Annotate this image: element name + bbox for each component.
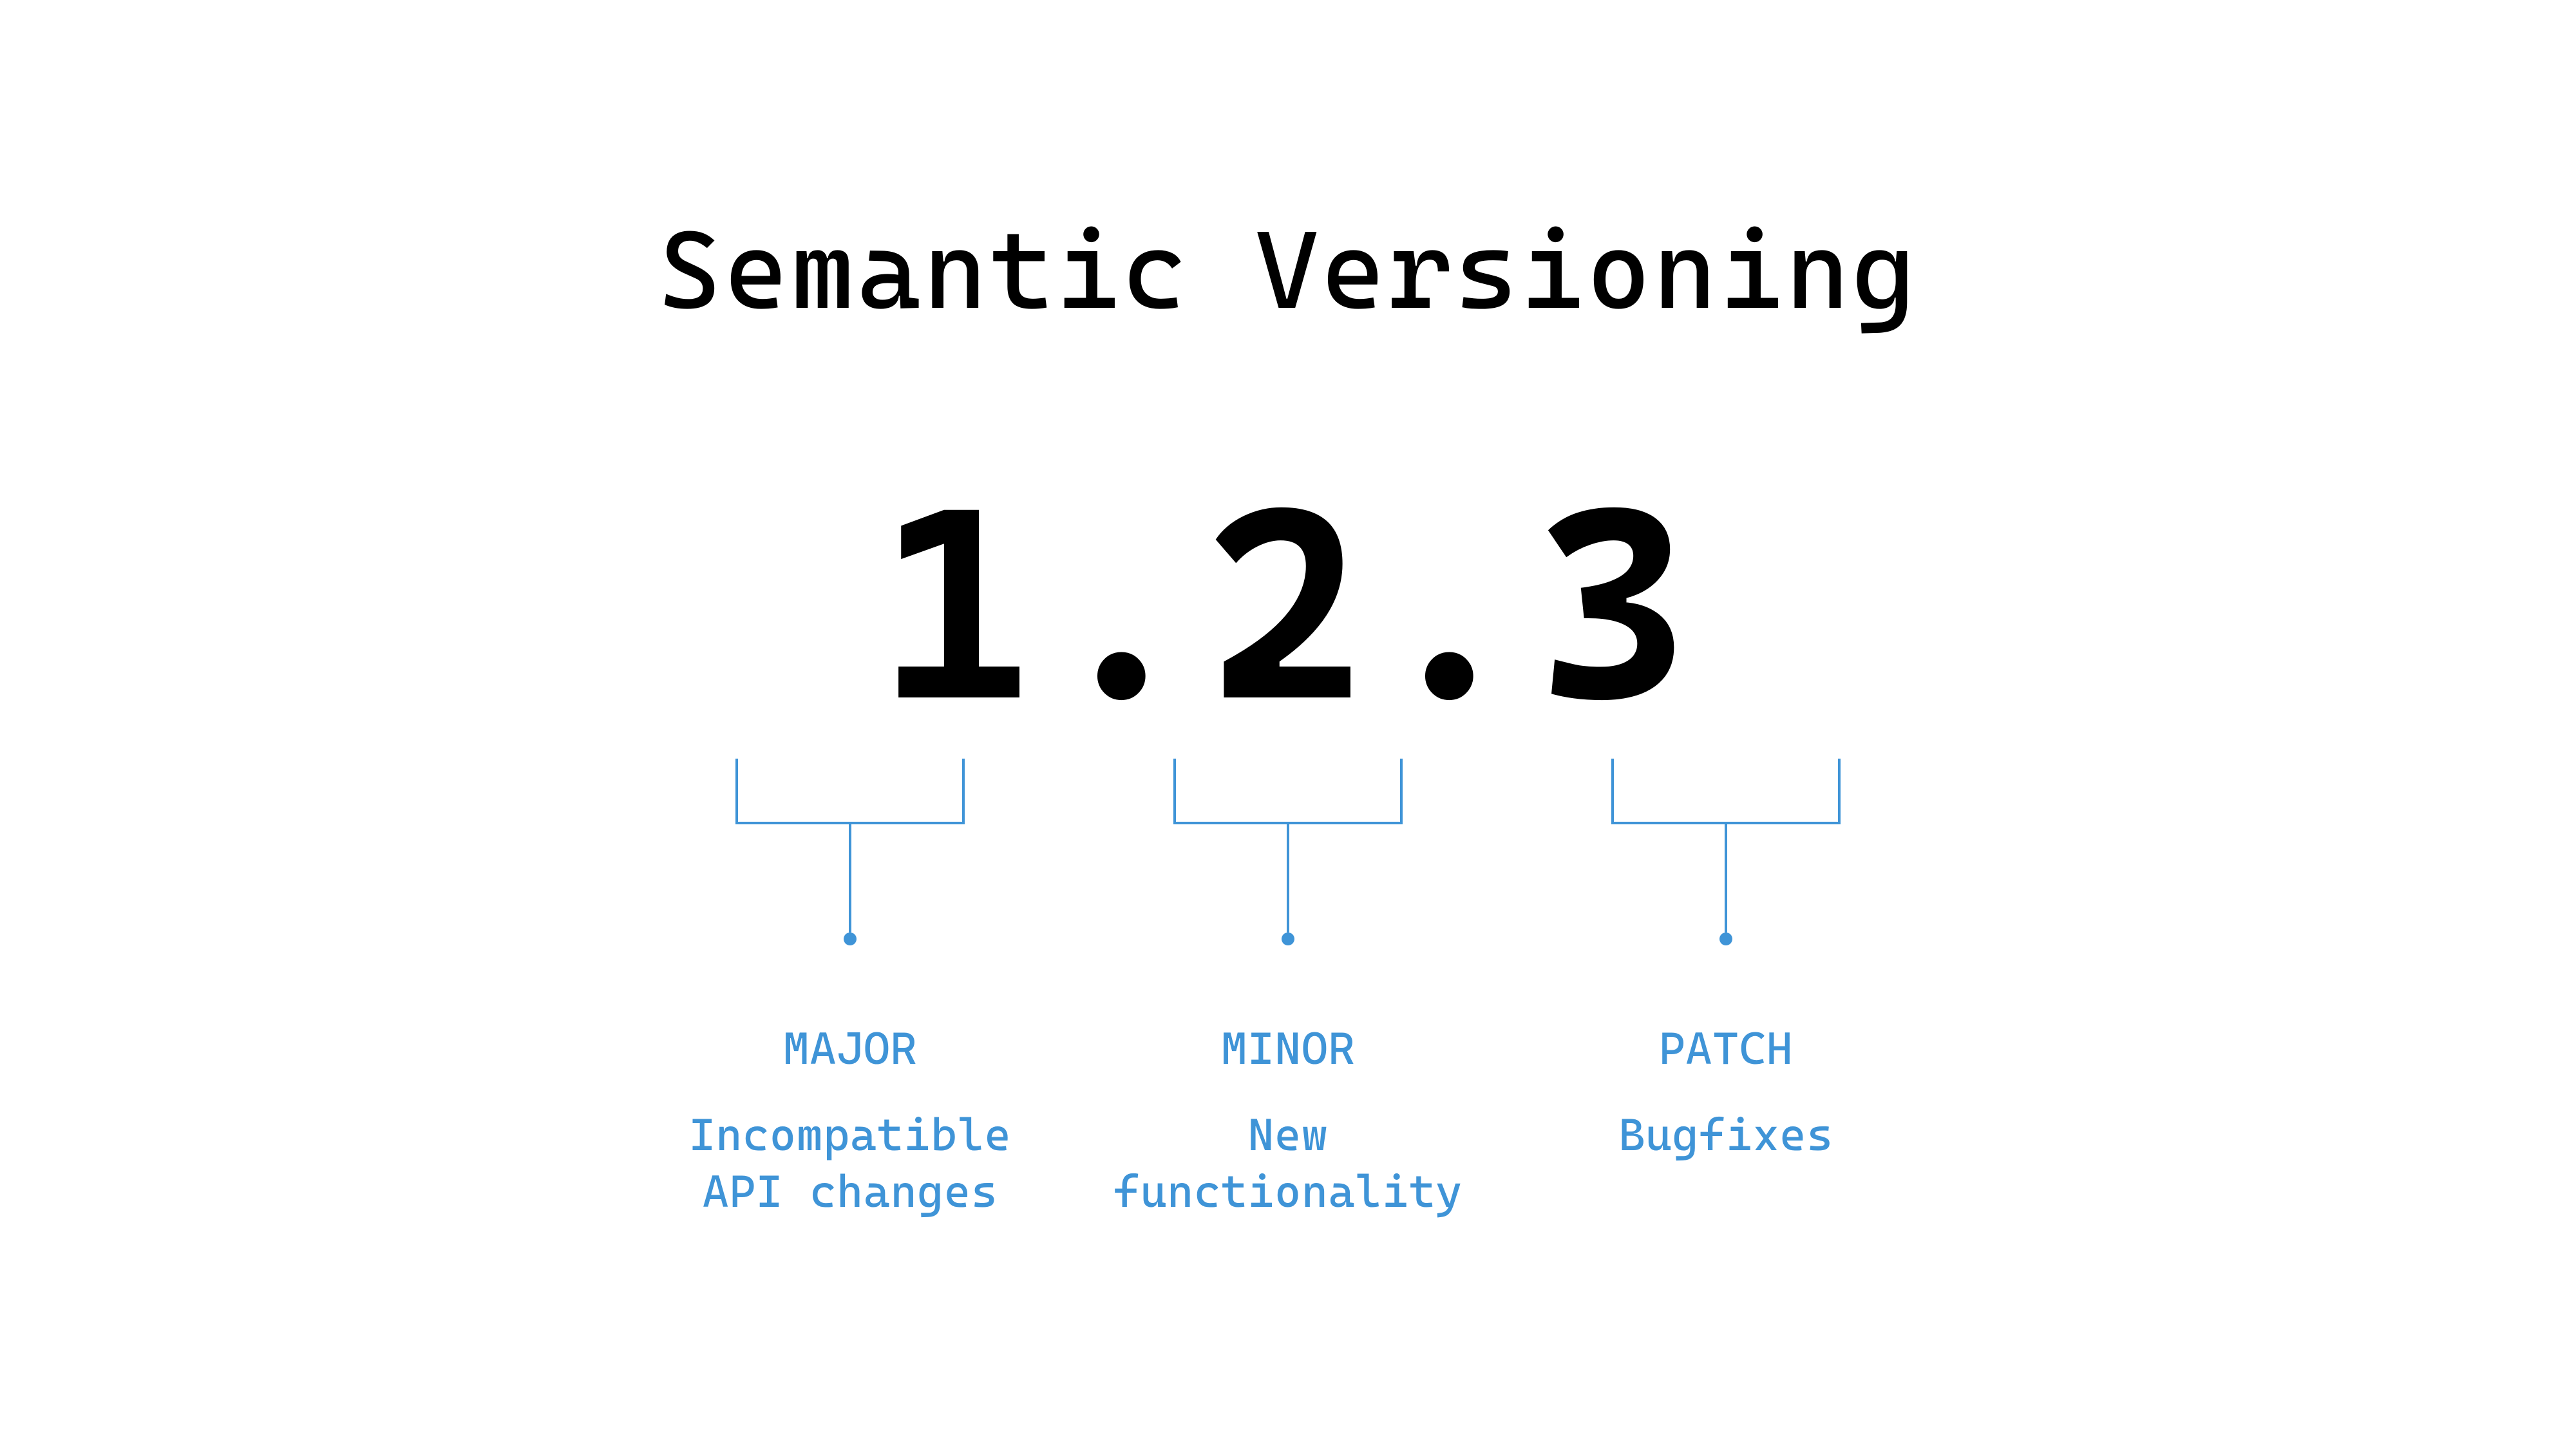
segment-minor: MINOR New functionality bbox=[1150, 759, 1426, 1220]
connector-dot-icon bbox=[1282, 933, 1294, 945]
bracket-icon bbox=[1172, 759, 1404, 826]
segment-major: MAJOR Incompatible API changes bbox=[712, 759, 989, 1220]
segment-description: Bugfixes bbox=[1618, 1107, 1833, 1164]
connector-dot-icon bbox=[844, 933, 857, 945]
version-dot-2: . bbox=[1370, 469, 1534, 739]
connector-line bbox=[849, 826, 851, 933]
bracket-icon bbox=[734, 759, 966, 826]
connector-line bbox=[1725, 826, 1727, 933]
segment-description: New functionality bbox=[1113, 1107, 1463, 1220]
segment-label: MAJOR bbox=[783, 1023, 918, 1075]
connector-line bbox=[1287, 826, 1289, 933]
version-major: 1 bbox=[878, 469, 1043, 739]
bracket-icon bbox=[1610, 759, 1842, 826]
segments-row: MAJOR Incompatible API changes MINOR New… bbox=[712, 759, 1864, 1220]
diagram-container: Semantic Versioning 1.2.3 MAJOR Incompat… bbox=[0, 0, 2576, 1449]
connector-dot-icon bbox=[1719, 933, 1732, 945]
version-number: 1.2.3 bbox=[878, 469, 1698, 739]
segment-label: PATCH bbox=[1659, 1023, 1794, 1075]
version-minor: 2 bbox=[1206, 469, 1370, 739]
segment-description: Incompatible API changes bbox=[689, 1107, 1012, 1220]
segment-patch: PATCH Bugfixes bbox=[1587, 759, 1864, 1220]
version-patch: 3 bbox=[1534, 469, 1698, 739]
segment-label: MINOR bbox=[1221, 1023, 1356, 1075]
diagram-title: Semantic Versioning bbox=[658, 206, 1918, 334]
version-dot-1: . bbox=[1042, 469, 1206, 739]
